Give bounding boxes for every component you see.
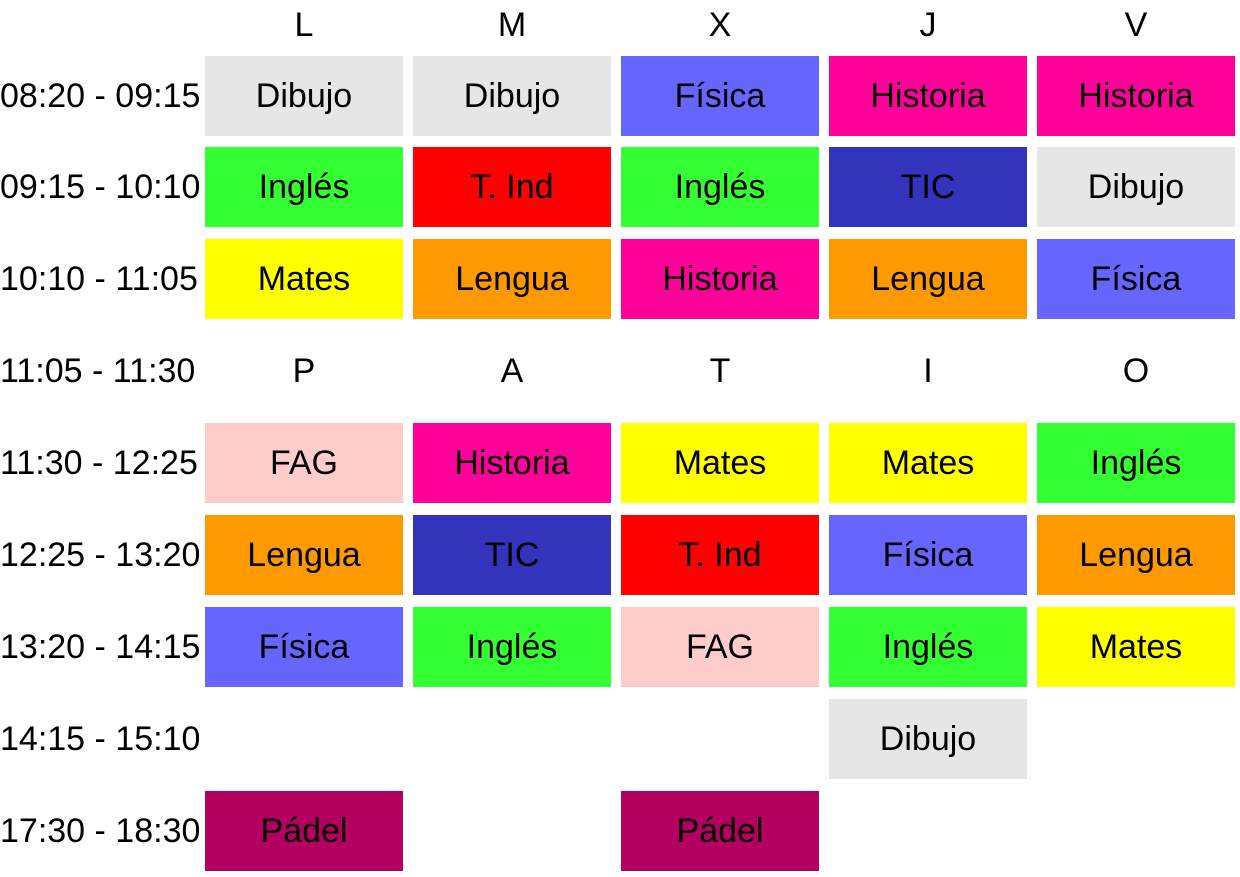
break-letter: T — [709, 351, 731, 390]
break-letter: I — [923, 351, 933, 390]
subject-cell: Inglés — [413, 607, 611, 687]
subject-cell: Dibujo — [1037, 147, 1235, 227]
subject-cell: Historia — [829, 56, 1027, 136]
subject-cell: TIC — [413, 515, 611, 595]
subject-cell: Historia — [413, 423, 611, 503]
break-letter: P — [292, 351, 316, 390]
day-header-v: V — [1124, 5, 1148, 44]
subject-cell: Inglés — [205, 147, 403, 227]
time-slot-label: 09:15 - 10:10 — [0, 167, 201, 206]
subject-cell: Física — [1037, 239, 1235, 319]
time-slot-label: 08:20 - 09:15 — [0, 76, 201, 115]
subject-cell: Lengua — [829, 239, 1027, 319]
break-letter: A — [500, 351, 524, 390]
subject-cell: Física — [205, 607, 403, 687]
subject-cell: Inglés — [621, 147, 819, 227]
subject-cell: Inglés — [1037, 423, 1235, 503]
subject-cell: Física — [829, 515, 1027, 595]
time-slot-label: 12:25 - 13:20 — [0, 535, 201, 574]
day-header-m: M — [497, 5, 527, 44]
subject-cell: TIC — [829, 147, 1027, 227]
subject-cell: Lengua — [205, 515, 403, 595]
day-header-l: L — [294, 5, 314, 44]
time-slot-label: 17:30 - 18:30 — [0, 811, 201, 850]
subject-cell: Lengua — [1037, 515, 1235, 595]
subject-cell: FAG — [621, 607, 819, 687]
subject-cell: Historia — [1037, 56, 1235, 136]
time-slot-label: 11:30 - 12:25 — [0, 443, 198, 482]
subject-cell: Física — [621, 56, 819, 136]
subject-cell: FAG — [205, 423, 403, 503]
time-slot-label: 14:15 - 15:10 — [0, 719, 201, 758]
subject-cell: Dibujo — [413, 56, 611, 136]
time-slot-label: 11:05 - 11:30 — [0, 351, 196, 390]
subject-cell: Historia — [621, 239, 819, 319]
subject-cell: T. Ind — [621, 515, 819, 595]
day-header-j: J — [919, 5, 937, 44]
subject-cell: Inglés — [829, 607, 1027, 687]
subject-cell: Pádel — [621, 791, 819, 871]
break-letter: O — [1122, 351, 1150, 390]
subject-cell: T. Ind — [413, 147, 611, 227]
subject-cell: Mates — [621, 423, 819, 503]
subject-cell: Dibujo — [829, 699, 1027, 779]
subject-cell: Dibujo — [205, 56, 403, 136]
time-slot-label: 10:10 - 11:05 — [0, 259, 198, 298]
subject-cell: Lengua — [413, 239, 611, 319]
subject-cell: Mates — [829, 423, 1027, 503]
day-header-x: X — [708, 5, 732, 44]
subject-cell: Pádel — [205, 791, 403, 871]
time-slot-label: 13:20 - 14:15 — [0, 627, 201, 666]
subject-cell: Mates — [1037, 607, 1235, 687]
subject-cell: Mates — [205, 239, 403, 319]
